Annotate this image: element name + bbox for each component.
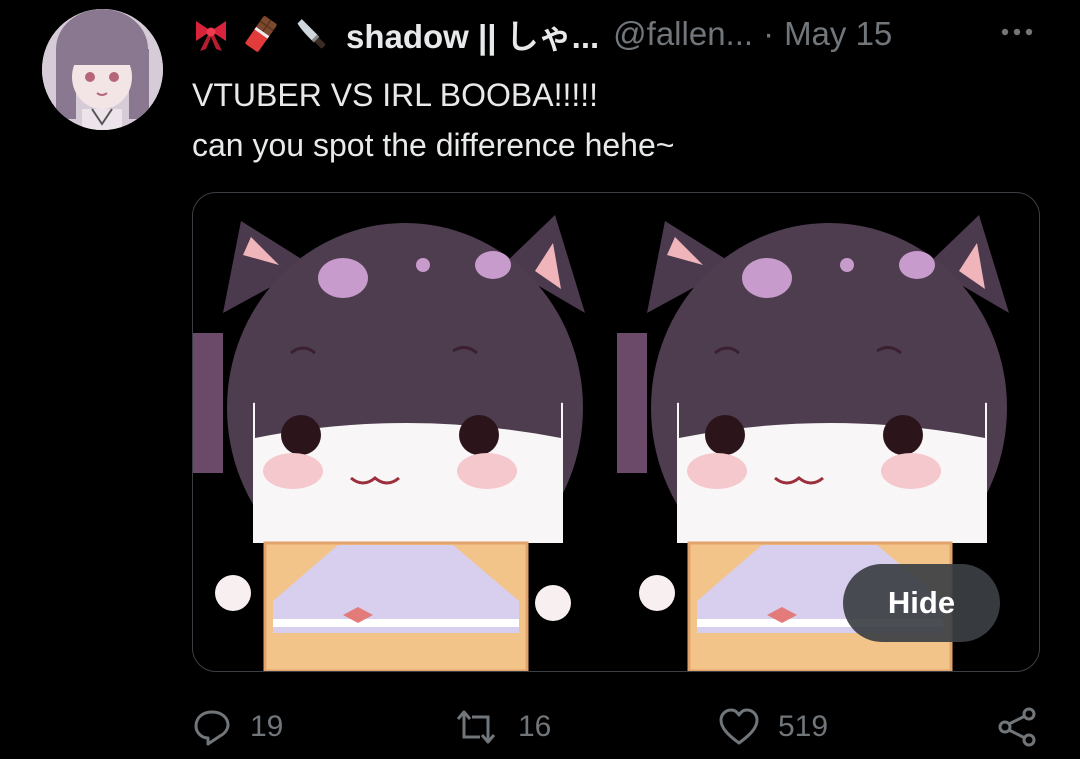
display-name[interactable]: shadow || しゃ...: [346, 10, 599, 58]
user-handle[interactable]: @fallen...: [613, 15, 753, 53]
tweet-text: VTUBER VS IRL BOOBA!!!!! can you spot th…: [192, 70, 674, 170]
reply-count: 19: [250, 710, 284, 743]
share-icon: [998, 707, 1036, 747]
tweet-text-line-1: VTUBER VS IRL BOOBA!!!!!: [192, 77, 599, 113]
avatar[interactable]: [42, 9, 163, 130]
hide-media-button[interactable]: Hide: [843, 564, 1000, 642]
like-action[interactable]: 519: [718, 700, 828, 754]
more-options-icon[interactable]: [998, 18, 1036, 46]
like-count: 519: [778, 710, 829, 743]
tweet-header: shadow || しゃ... @fallen... · May 15: [192, 10, 892, 58]
reply-icon: [194, 710, 230, 746]
chocolate-bar-emoji: [245, 16, 277, 52]
separator-dot: ·: [763, 15, 775, 52]
kitchen-knife-emoji: [297, 19, 326, 49]
heart-icon: [719, 708, 759, 745]
reply-action[interactable]: 19: [192, 700, 283, 754]
chibi-character-image-left[interactable]: [193, 193, 615, 671]
tweet-date[interactable]: May 15: [784, 15, 892, 53]
retweet-icon: [456, 710, 496, 744]
retweet-count: 16: [518, 710, 552, 743]
tweet-text-line-2: can you spot the difference hehe~: [192, 127, 675, 163]
share-action[interactable]: [996, 700, 1056, 754]
retweet-action[interactable]: 16: [452, 700, 551, 754]
ribbon-emoji: [196, 21, 226, 51]
